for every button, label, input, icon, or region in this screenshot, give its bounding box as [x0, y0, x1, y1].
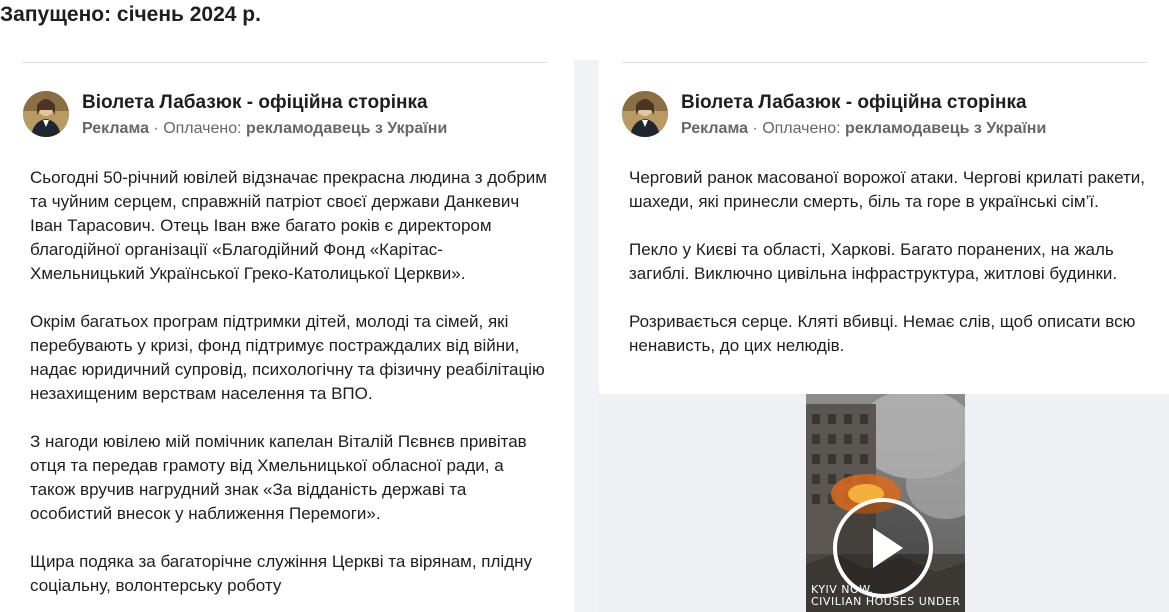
- ad-label: Реклама: [681, 120, 748, 137]
- ad-body: Сьогодні 50-річний ювілей відзначає прек…: [30, 166, 550, 612]
- sponsor-line: Реклама · Оплачено: рекламодавець з Укра…: [681, 120, 1046, 138]
- play-icon: [873, 528, 903, 568]
- ad-card-1: Віолета Лабазюк - офіційна сторінка Рекл…: [0, 60, 574, 612]
- separator: ·: [747, 120, 763, 137]
- launch-date-text: Запущено: січень 2024 р.: [0, 3, 261, 26]
- paragraph: Окрім багатьох програм підтримки дітей, …: [30, 312, 545, 403]
- avatar[interactable]: [622, 91, 668, 137]
- paragraph: Щира подяка за багаторічне служіння Церк…: [30, 552, 533, 595]
- video-caption: KYIV NOW. CIVILIAN HOUSES UNDER: [811, 584, 961, 608]
- ad-body: Черговий ранок масованої ворожої атаки. …: [629, 166, 1149, 382]
- paragraph: Сьогодні 50-річний ювілей відзначає прек…: [30, 168, 547, 283]
- sponsor-line: Реклама · Оплачено: рекламодавець з Укра…: [82, 120, 447, 138]
- separator: ·: [148, 120, 164, 137]
- paid-prefix: Оплачено:: [762, 120, 846, 137]
- divider: [622, 62, 1148, 63]
- paragraph: Розривається серце. Кляті вбивці. Немає …: [629, 312, 1136, 355]
- paid-prefix: Оплачено:: [163, 120, 247, 137]
- paragraph: З нагоди ювілею мій помічник капелан Віт…: [30, 432, 527, 523]
- paragraph: Черговий ранок масованої ворожої атаки. …: [629, 168, 1146, 211]
- page-name-link[interactable]: Віолета Лабазюк - офіційна сторінка: [681, 92, 1027, 114]
- divider: [22, 62, 548, 63]
- ad-card-2: Віолета Лабазюк - офіційна сторінка Рекл…: [599, 60, 1169, 612]
- caption-line: CIVILIAN HOUSES UNDER: [811, 595, 961, 608]
- avatar[interactable]: [23, 91, 69, 137]
- ad-label: Реклама: [82, 120, 149, 137]
- top-bar: Запущено: січень 2024 р.: [0, 0, 1169, 60]
- media-area: KYIV NOW. CIVILIAN HOUSES UNDER: [599, 394, 1169, 612]
- advertiser-name: рекламодавець з України: [246, 120, 448, 137]
- video-player[interactable]: KYIV NOW. CIVILIAN HOUSES UNDER: [806, 394, 965, 612]
- advertiser-name: рекламодавець з України: [845, 120, 1047, 137]
- page-name-link[interactable]: Віолета Лабазюк - офіційна сторінка: [82, 92, 428, 114]
- paragraph: Пекло у Києві та області, Харкові. Багат…: [629, 240, 1118, 283]
